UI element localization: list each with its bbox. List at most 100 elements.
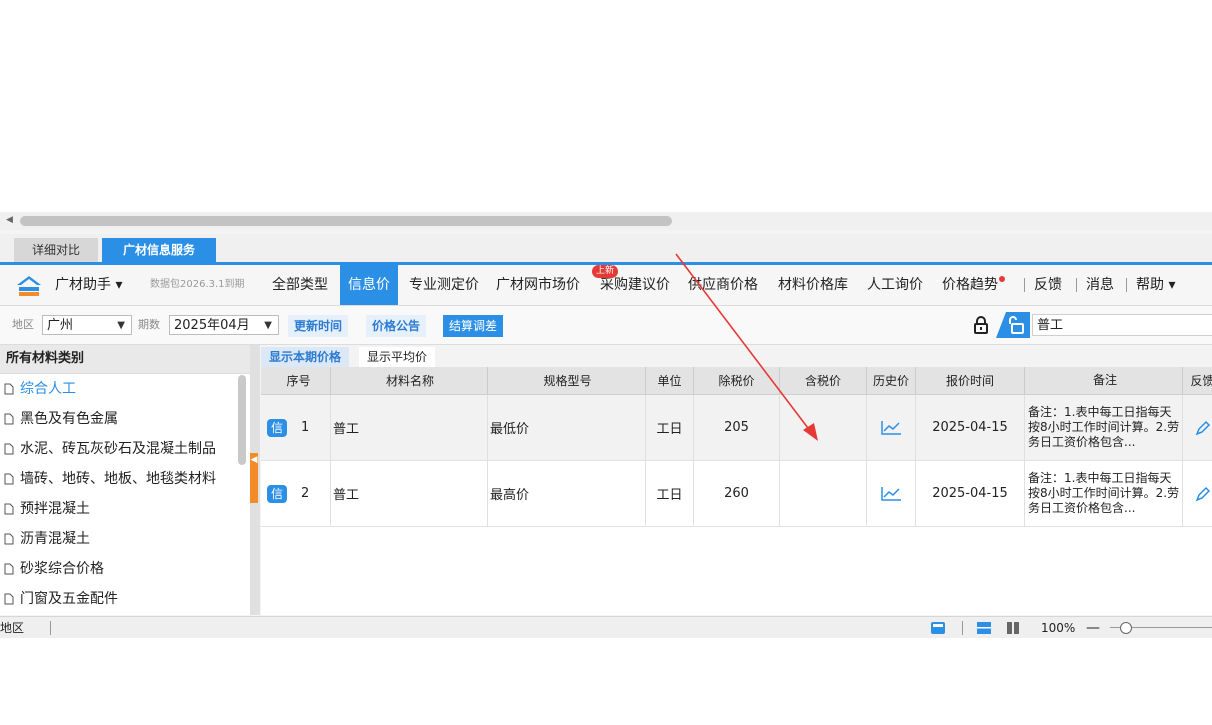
sidebar-item-metals[interactable]: 黑色及有色金属: [0, 404, 250, 434]
row-seq: 信 2: [261, 461, 331, 526]
history-price-cell: [867, 395, 916, 460]
feedback-cell: [1183, 395, 1212, 460]
document-icon: [4, 563, 14, 575]
document-icon: [4, 503, 14, 515]
column-header[interactable]: 报价时间: [916, 367, 1025, 394]
sidebar-item-label: 砂浆综合价格: [20, 561, 104, 577]
sidebar-item-cement[interactable]: 水泥、砖瓦灰砂石及混凝土制品: [0, 434, 250, 464]
update-time-button[interactable]: 更新时间: [288, 315, 349, 337]
sidebar-item-label: 预拌混凝土: [20, 501, 90, 517]
feedback-link[interactable]: 反馈: [1030, 265, 1066, 305]
column-header[interactable]: 规格型号: [488, 367, 646, 394]
sidebar-scrollbar-thumb[interactable]: [238, 375, 246, 465]
ex-tax-price: 260: [694, 461, 780, 526]
region-select[interactable]: 广州 ▼: [42, 315, 132, 335]
settle-adjust-button[interactable]: 结算调差: [443, 315, 504, 337]
chevron-down-icon: ▼: [117, 320, 125, 331]
lock-icon[interactable]: [972, 316, 990, 334]
info-price-tag: 信: [267, 484, 287, 503]
column-view-icon[interactable]: [1006, 621, 1020, 635]
nav-market-price[interactable]: 广材网市场价: [492, 265, 584, 305]
list-view-icon[interactable]: [976, 621, 992, 635]
price-view-tabs: 显示本期价格 显示平均价: [261, 345, 1212, 367]
period-select[interactable]: 2025年04月 ▼: [169, 315, 279, 335]
spec-model: 最低价: [488, 395, 646, 460]
nav-material-library[interactable]: 材料价格库: [774, 265, 852, 305]
table-row[interactable]: 信 2 普工 最高价 工日 260 2025-04-15 备注：1.表中每工日指…: [261, 461, 1212, 527]
filter-bar: 地区 广州 ▼ 期数 2025年04月 ▼ 更新时间 价格公告 结算调差 普工: [0, 306, 1212, 345]
divider: [1024, 278, 1025, 292]
status-bar: 地区 100% —: [0, 616, 1212, 638]
column-header[interactable]: 备注: [1025, 367, 1183, 394]
help-menu[interactable]: 帮助 ▾: [1132, 265, 1179, 305]
document-icon: [4, 593, 14, 605]
assistant-menu[interactable]: 广材助手 ▾: [55, 265, 122, 305]
incl-tax-price: [780, 395, 867, 460]
nav-all-types[interactable]: 全部类型: [268, 265, 332, 305]
main-toolbar: 广材助手 ▾ 数据包2026.3.1到期 全部类型 信息价 专业测定价 广材网市…: [0, 265, 1212, 306]
messages-link[interactable]: 消息: [1082, 265, 1118, 305]
nav-price-trend[interactable]: 价格趋势: [938, 265, 1002, 305]
column-header[interactable]: 单位: [646, 367, 694, 394]
app-window: ◀ 详细对比 广材信息服务 广材助手 ▾ 数据包2026.3.1到期 全部类型 …: [0, 212, 1212, 638]
edit-pencil-icon[interactable]: [1195, 486, 1211, 502]
unit: 工日: [646, 461, 694, 526]
feedback-cell: [1183, 461, 1212, 526]
trend-chart-icon[interactable]: [880, 486, 902, 502]
price-notice-button[interactable]: 价格公告: [366, 315, 427, 337]
sidebar-item-mortar[interactable]: 砂浆综合价格: [0, 554, 250, 584]
assistant-label: 广材助手: [55, 277, 111, 293]
horizontal-scrollbar[interactable]: ◀: [0, 212, 1212, 230]
guangcai-logo-icon: [17, 276, 41, 296]
scrollbar-thumb[interactable]: [20, 216, 672, 226]
chevron-down-icon: ▼: [264, 320, 272, 331]
column-header[interactable]: 材料名称: [331, 367, 488, 394]
status-region-label: 地区: [0, 621, 25, 635]
remark: 备注：1.表中每工日指每天按8小时工作时间计算。2.劳务日工资价格包含...: [1025, 461, 1183, 526]
tab-average-price[interactable]: 显示平均价: [359, 347, 436, 367]
tab-guangcai-service[interactable]: 广材信息服务: [102, 238, 216, 262]
tab-current-price[interactable]: 显示本期价格: [261, 347, 350, 367]
region-value: 广州: [47, 318, 74, 333]
help-label: 帮助: [1136, 277, 1164, 293]
history-price-cell: [867, 461, 916, 526]
datapack-expiry: 数据包2026.3.1到期: [150, 279, 245, 290]
nav-supplier-price[interactable]: 供应商价格: [684, 265, 762, 305]
chevron-down-icon: ▾: [115, 277, 123, 293]
sidebar-item-doors-windows[interactable]: 门窗及五金配件: [0, 584, 250, 614]
seq-value: 2: [301, 486, 310, 501]
column-header[interactable]: 序号: [261, 367, 331, 394]
column-header[interactable]: 含税价: [780, 367, 867, 394]
column-header[interactable]: 除税价: [694, 367, 780, 394]
scroll-left-icon[interactable]: ◀: [6, 215, 13, 225]
price-table: 序号 材料名称 规格型号 单位 除税价 含税价 历史价 报价时间 备注 反馈 信…: [261, 367, 1212, 527]
nav-info-price[interactable]: 信息价: [340, 265, 398, 305]
sidebar-item-asphalt-concrete[interactable]: 沥青混凝土: [0, 524, 250, 554]
trend-chart-icon[interactable]: [880, 420, 902, 436]
sidebar-item-ready-mix-concrete[interactable]: 预拌混凝土: [0, 494, 250, 524]
spec-model: 最高价: [488, 461, 646, 526]
column-header[interactable]: 反馈: [1183, 367, 1212, 394]
collapse-handle[interactable]: ◀: [250, 453, 258, 503]
sidebar-item-label: 综合人工: [20, 381, 76, 397]
zoom-out-icon[interactable]: —: [1086, 617, 1100, 638]
calculator-icon[interactable]: [930, 621, 946, 635]
tab-detail-compare[interactable]: 详细对比: [14, 238, 98, 262]
table-header: 序号 材料名称 规格型号 单位 除税价 含税价 历史价 报价时间 备注 反馈: [261, 367, 1212, 395]
column-header[interactable]: 历史价: [867, 367, 916, 394]
divider: [962, 621, 963, 635]
zoom-slider-thumb[interactable]: [1120, 622, 1132, 634]
nav-professional-price[interactable]: 专业测定价: [405, 265, 483, 305]
quote-time: 2025-04-15: [916, 395, 1025, 460]
panel-splitter[interactable]: ◀: [250, 345, 260, 615]
material-name: 普工: [331, 395, 488, 460]
nav-labor-inquiry[interactable]: 人工询价: [863, 265, 927, 305]
edit-pencil-icon[interactable]: [1195, 420, 1211, 436]
sidebar-item-labor[interactable]: 综合人工: [0, 374, 250, 404]
unlock-icon[interactable]: [996, 312, 1030, 338]
sidebar-item-tiles[interactable]: 墙砖、地砖、地板、地毯类材料: [0, 464, 250, 494]
search-input[interactable]: 普工: [1032, 314, 1212, 336]
sidebar-item-label: 墙砖、地砖、地板、地毯类材料: [20, 471, 216, 487]
document-icon: [4, 533, 14, 545]
table-row[interactable]: 信 1 普工 最低价 工日 205 2025-04-15 备注：1.表中每工日指…: [261, 395, 1212, 461]
